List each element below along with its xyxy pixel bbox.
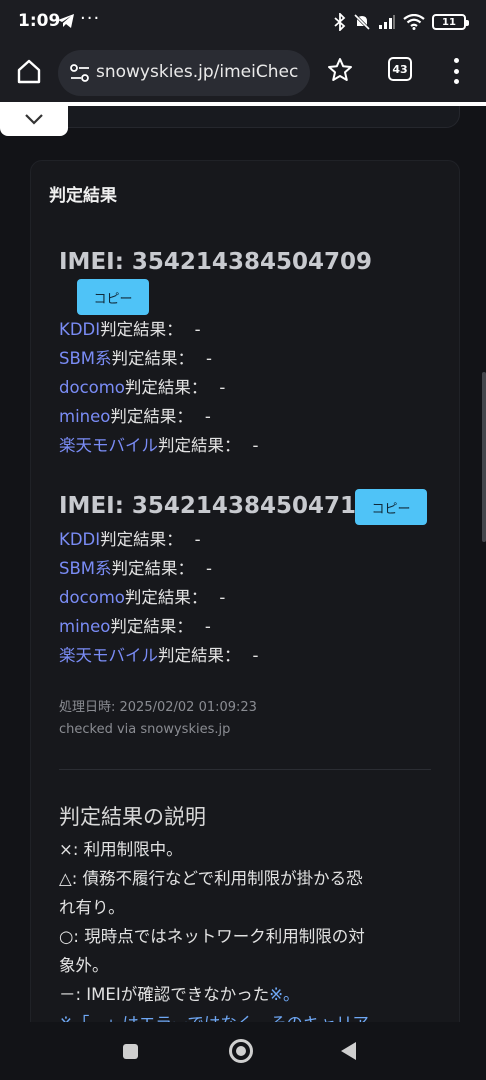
overflow-menu-icon[interactable] [448,56,464,86]
carrier-name: KDDI [59,320,101,339]
legend-title: 判定結果の説明 [59,805,206,829]
header-divider [68,102,486,106]
collapse-button[interactable] [0,102,68,136]
result-value: - [194,320,201,339]
result-row-docomo: docomo判定結果： - [59,373,258,402]
imei-number: IMEI: 354214384504709 [59,249,372,275]
checked-via: checked via snowyskies.jp [59,722,231,737]
battery-level: 11 [442,16,456,28]
result-value: - [219,378,226,397]
result-row-sbm: SBM系判定結果： - [59,344,258,373]
result-list: KDDI判定結果： - SBM系判定結果： - docomo判定結果： - mineo… [59,525,258,670]
imei-block: IMEI: 354214384504717 コピー KDDI判定結果： - SBM… [59,489,439,665]
result-label: 判定結果： [124,588,208,607]
result-row-kddi: KDDI判定結果： - [59,315,258,344]
carrier-name: 楽天モバイル [59,646,158,665]
result-row-sbm: SBM系判定結果： - [59,554,258,583]
scrollbar[interactable] [482,372,486,542]
result-row-rakuten: 楽天モバイル判定結果： - [59,431,258,460]
legend-list: ×: 利用制限中。 △: 債務不履行などで利用制限が掛かる恐 れ有り。 ○: 現… [59,835,439,1022]
signal-icon [379,15,395,29]
battery-icon: 11 [432,14,469,30]
result-value: - [194,530,201,549]
imei-block: IMEI: 354214384504709 コピー KDDI判定結果： - SBM… [59,249,439,455]
status-icons: 11 [334,10,469,34]
result-card: 判定結果 IMEI: 354214384504709 コピー KDDI判定結果：… [30,160,460,1022]
result-value: - [252,436,259,455]
carrier-name: KDDI [59,530,101,549]
legend-note[interactable]: ※「－」はエラーではなく、そのキャリア [59,1009,439,1022]
legend-line: 象外。 [59,956,109,975]
result-label: 判定結果： [111,559,195,578]
check-meta: 処理日時: 2025/02/02 01:09:23 checked via sn… [59,697,257,741]
processed-at: 処理日時: 2025/02/02 01:09:23 [59,700,257,715]
card-title: 判定結果 [49,186,117,206]
chevron-down-icon [25,114,43,125]
status-bar: 1:09 ··· 11 [0,0,486,44]
result-list: KDDI判定結果： - SBM系判定結果： - docomo判定結果： - mineo… [59,315,258,460]
result-value: - [219,588,226,607]
copy-button[interactable]: コピー [77,279,149,315]
home-icon[interactable] [14,56,44,86]
carrier-name: docomo [59,588,125,607]
back-button[interactable] [341,1042,356,1060]
system-nav-bar [0,1022,486,1080]
result-value: - [206,559,212,578]
more-notifications-icon: ··· [80,8,101,29]
site-settings-icon[interactable] [70,64,90,82]
result-row-mineo: mineo判定結果： - [59,402,258,431]
result-label: 判定結果： [158,436,241,455]
carrier-name: SBM系 [59,349,112,368]
bluetooth-icon [334,13,346,31]
url-text[interactable]: snowyskies.jp/imeiChec [96,62,298,82]
legend-line: ×: 利用制限中。 [59,840,183,859]
legend-note-mark[interactable]: ※。 [269,985,299,1004]
result-label: 判定結果： [124,378,208,397]
result-row-mineo: mineo判定結果： - [59,612,258,641]
legend-line: △: 債務不履行などで利用制限が掛かる恐 [59,869,363,888]
status-time: 1:09 [18,11,61,31]
bookmark-star-icon[interactable] [327,57,353,83]
carrier-name: docomo [59,378,125,397]
legend-section: 判定結果の説明 ×: 利用制限中。 △: 債務不履行などで利用制限が掛かる恐 れ… [59,801,439,1022]
result-row-docomo: docomo判定結果： - [59,583,258,612]
result-value: - [252,646,259,665]
home-button[interactable] [229,1039,253,1063]
copy-button[interactable]: コピー [355,489,427,525]
tab-switcher-button[interactable]: 43 [388,57,412,81]
legend-line: ○: 現時点ではネットワーク利用制限の対 [59,927,365,946]
result-label: 判定結果： [100,530,183,549]
wifi-icon [403,14,425,30]
legend-line-unknown: －: IMEIが確認できなかった※。 [59,980,439,1009]
result-row-kddi: KDDI判定結果： - [59,525,258,554]
browser-toolbar: snowyskies.jp/imeiChec 43 [0,44,486,102]
carrier-name: mineo [59,617,111,636]
result-label: 判定結果： [110,617,193,636]
carrier-name: 楽天モバイル [59,436,158,455]
result-value: - [206,349,212,368]
mute-icon [353,13,371,31]
result-value: - [204,407,211,426]
recents-button[interactable] [123,1044,138,1059]
carrier-name: SBM系 [59,559,112,578]
result-value: - [204,617,211,636]
address-bar[interactable]: snowyskies.jp/imeiChec [58,50,310,96]
result-label: 判定結果： [111,349,195,368]
legend-unknown-text: －: IMEIが確認できなかった [59,985,270,1004]
result-label: 判定結果： [110,407,193,426]
section-divider [59,769,431,770]
result-label: 判定結果： [100,320,183,339]
result-label: 判定結果： [158,646,241,665]
page-content: 判定結果 IMEI: 354214384504709 コピー KDDI判定結果：… [0,102,486,1022]
legend-line: れ有り。 [59,898,125,917]
result-row-rakuten: 楽天モバイル判定結果： - [59,641,258,670]
carrier-name: mineo [59,407,111,426]
telegram-icon [58,14,74,28]
tab-count: 43 [392,62,408,76]
